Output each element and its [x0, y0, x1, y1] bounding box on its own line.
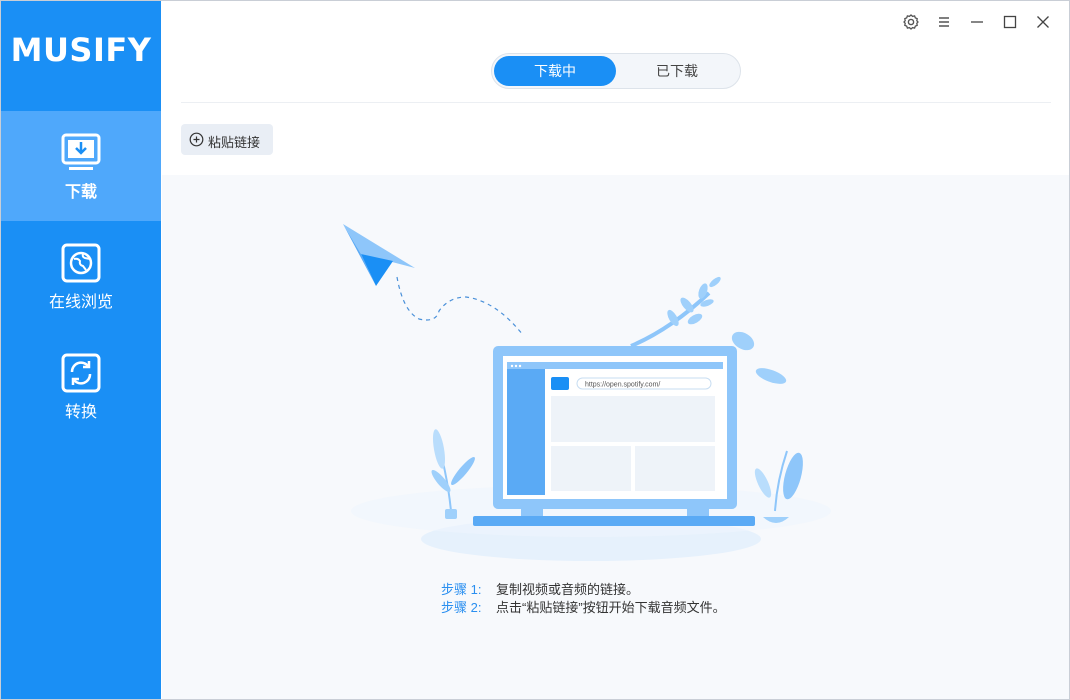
empty-state-illustration: https://open.spotify.com/ — [331, 211, 851, 571]
sidebar-item-label: 在线浏览 — [48, 294, 113, 311]
header-divider — [181, 102, 1051, 103]
sidebar-item-convert[interactable]: 转换 — [1, 331, 161, 441]
globe-icon — [61, 243, 101, 283]
paper-plane-icon — [343, 224, 415, 286]
paste-link-label: 粘贴链接 — [208, 135, 261, 150]
sidebar-item-label: 转换 — [64, 404, 97, 421]
settings-icon[interactable] — [900, 11, 922, 33]
app-window: MUSIFY 下载 在线浏览 转换 下载中 已下载 粘贴链接 https://o… — [0, 0, 1070, 700]
maximize-icon[interactable] — [999, 11, 1021, 33]
close-icon[interactable] — [1032, 11, 1054, 33]
sidebar-item-browse[interactable]: 在线浏览 — [1, 221, 161, 331]
step-text: 点击“粘贴链接”按钮开始下载音频文件。 — [496, 600, 726, 615]
step-row: 步骤 1: 复制视频或音频的链接。 — [441, 581, 726, 599]
plus-circle-icon — [189, 132, 204, 147]
instructions: 步骤 1: 复制视频或音频的链接。 步骤 2: 点击“粘贴链接”按钮开始下载音频文件… — [441, 581, 726, 617]
paste-link-button[interactable]: 粘贴链接 — [181, 124, 273, 155]
step-row: 步骤 2: 点击“粘贴链接”按钮开始下载音频文件。 — [441, 599, 726, 617]
convert-icon — [61, 353, 101, 393]
download-tabs: 下载中 已下载 — [491, 53, 741, 89]
step-label: 步骤 2: — [441, 600, 482, 615]
tab-downloaded[interactable]: 已下载 — [616, 56, 738, 86]
brand-logo: MUSIFY — [10, 31, 152, 69]
sidebar-item-download[interactable]: 下载 — [1, 111, 161, 221]
sidebar-item-label: 下载 — [64, 184, 97, 201]
menu-icon[interactable] — [933, 11, 955, 33]
illustration-url-text: https://open.spotify.com/ — [585, 382, 660, 389]
step-label: 步骤 1: — [441, 582, 482, 597]
sidebar: MUSIFY 下载 在线浏览 转换 — [1, 1, 161, 699]
download-icon — [61, 133, 101, 173]
step-text: 复制视频或音频的链接。 — [496, 582, 640, 597]
tab-downloading[interactable]: 下载中 — [494, 56, 616, 86]
minimize-icon[interactable] — [966, 11, 988, 33]
